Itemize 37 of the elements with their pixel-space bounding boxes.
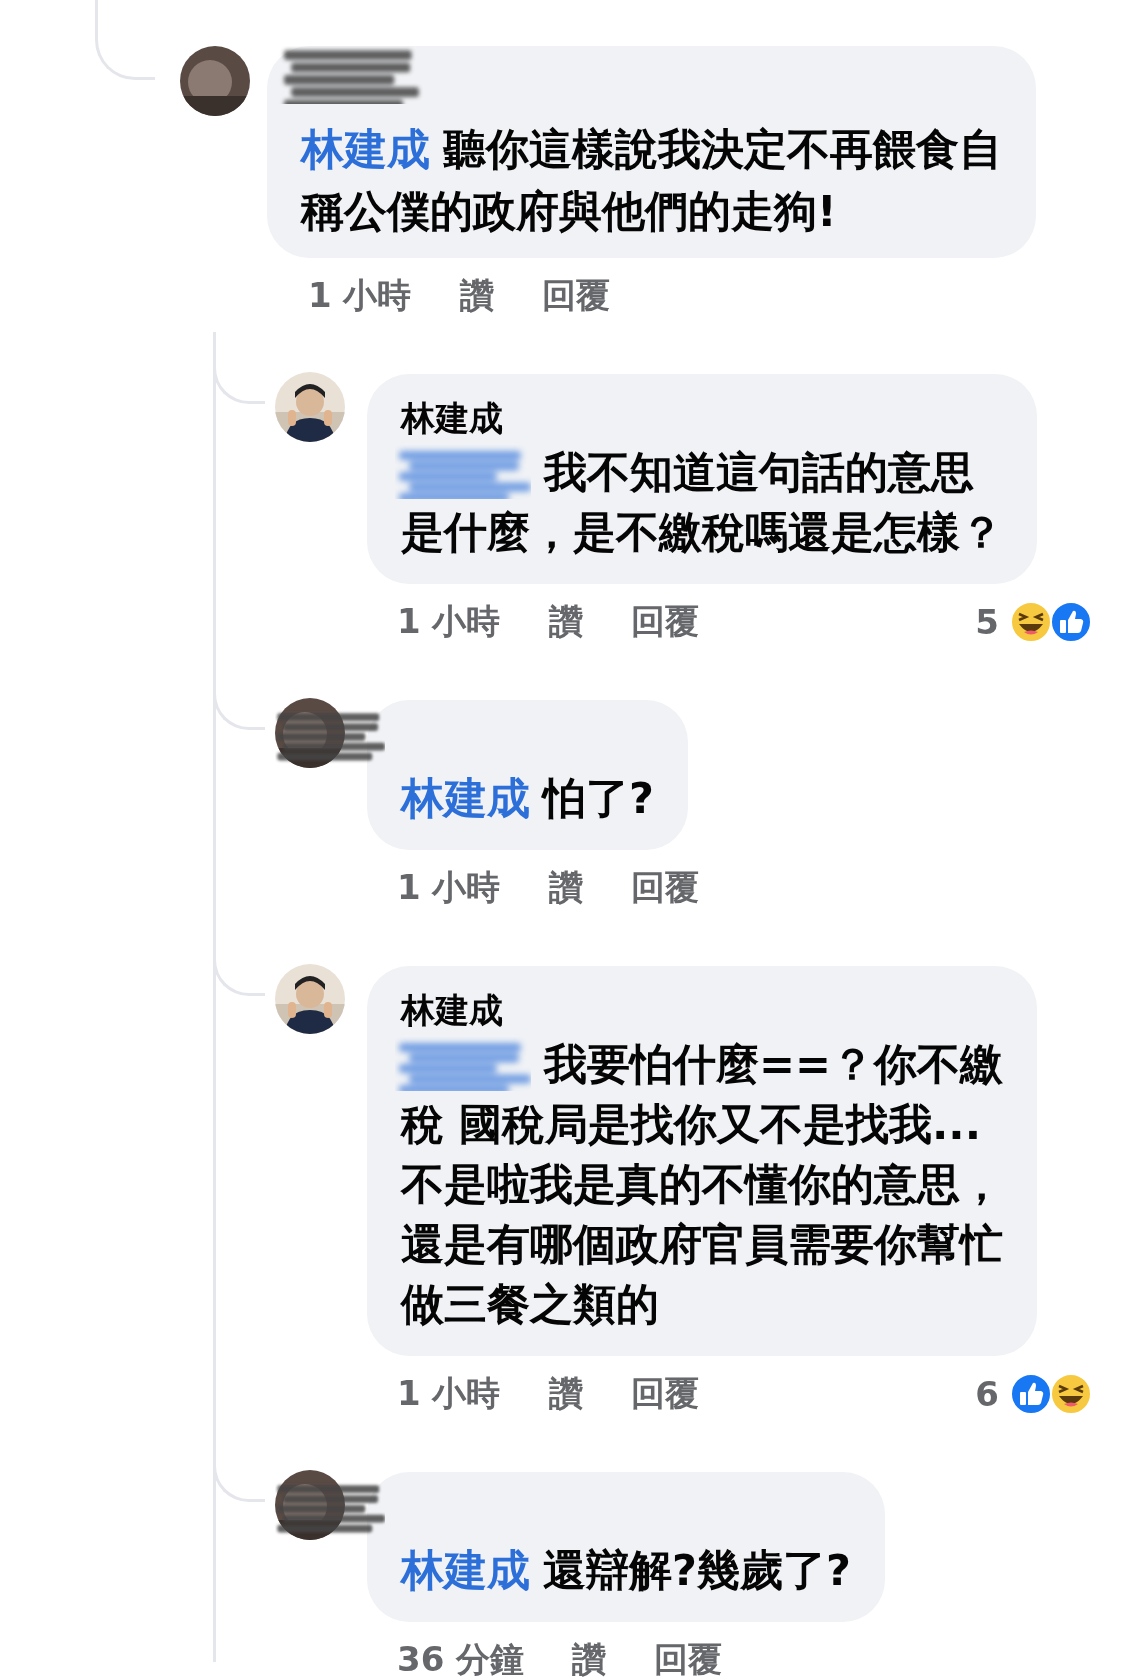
comment-text: 不是啦我是真的不懂你的意思， xyxy=(401,1158,1004,1211)
like-link[interactable]: 讚 xyxy=(459,273,494,319)
mention-link[interactable]: 林建成 xyxy=(401,768,530,828)
comment-text: 稅 國稅局是找你又不是找我... xyxy=(401,1098,982,1151)
laughing-face-icon xyxy=(1009,600,1053,644)
comment-text: 聽你這樣說我決定不再餵食自 xyxy=(443,123,1002,176)
timestamp: 1 小時 xyxy=(397,600,501,643)
comment-text: 我不知道這句話的意思 xyxy=(544,446,974,499)
mention-link[interactable]: 林建成 xyxy=(401,1540,530,1600)
author-name[interactable]: 林建成 xyxy=(401,986,1004,1034)
timestamp: 1 小時 xyxy=(308,274,412,317)
timestamp: 36 分鐘 xyxy=(397,1638,525,1679)
comment-text: 還是有哪個政府官員需要你幫忙 xyxy=(401,1218,1004,1271)
thumbs-up-icon xyxy=(1049,600,1093,644)
timestamp: 1 小時 xyxy=(397,866,501,909)
reaction-count: 5 xyxy=(975,602,999,642)
like-link[interactable]: 讚 xyxy=(572,1637,607,1679)
comment-text: 怕了? xyxy=(543,772,654,825)
like-link[interactable]: 讚 xyxy=(548,599,583,645)
thumbs-up-icon xyxy=(1009,1372,1053,1416)
mention-link[interactable]: 林建成 xyxy=(301,118,430,180)
reply-link[interactable]: 回覆 xyxy=(630,599,699,645)
comment-text: 是什麼，是不繳稅嗎還是怎樣？ xyxy=(401,506,1003,559)
comment-text: 做三餐之類的 xyxy=(401,1278,660,1331)
comment-text: 還辯解?幾歲了? xyxy=(543,1544,851,1597)
like-link[interactable]: 讚 xyxy=(548,865,583,911)
reaction-count: 6 xyxy=(975,1374,999,1414)
author-name[interactable]: 林建成 xyxy=(401,394,1003,442)
like-link[interactable]: 讚 xyxy=(548,1371,583,1417)
reply-link[interactable]: 回覆 xyxy=(541,273,610,319)
reply-link[interactable]: 回覆 xyxy=(630,1371,699,1417)
reply-link[interactable]: 回覆 xyxy=(654,1637,723,1679)
comment-text: 我要怕什麼==？你不繳 xyxy=(544,1038,1004,1091)
reply-link[interactable]: 回覆 xyxy=(630,865,699,911)
comment-text: 稱公僕的政府與他們的走狗! xyxy=(301,185,838,238)
timestamp: 1 小時 xyxy=(397,1372,501,1415)
laughing-face-icon xyxy=(1049,1372,1093,1416)
